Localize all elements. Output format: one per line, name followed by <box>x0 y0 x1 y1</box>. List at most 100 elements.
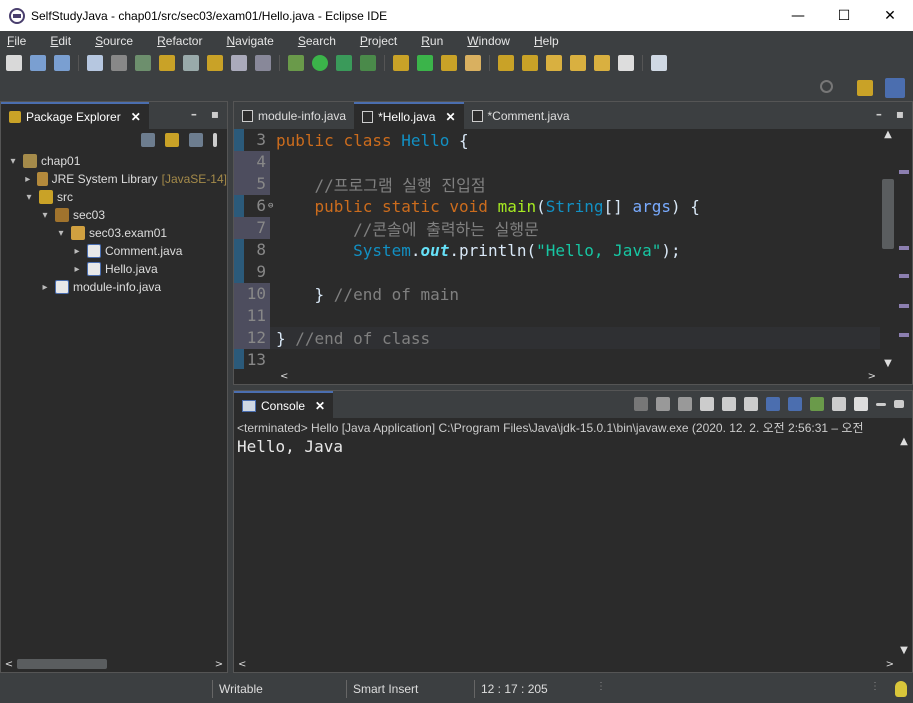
scroll-left-icon[interactable]: < <box>280 371 288 382</box>
tab-package-explorer[interactable]: Package Explorer ✕ <box>1 102 149 129</box>
menu-help[interactable]: Help <box>531 34 562 48</box>
scroll-lock-icon[interactable] <box>722 397 736 411</box>
back-icon[interactable] <box>546 54 562 71</box>
external-tools-icon[interactable] <box>360 54 376 71</box>
menu-search[interactable]: Search <box>295 34 339 48</box>
word-wrap-icon[interactable] <box>231 54 247 71</box>
annotation-marker[interactable] <box>899 274 909 278</box>
open-console-icon[interactable] <box>87 54 103 71</box>
show-on-error-icon[interactable] <box>788 397 802 411</box>
coverage-icon[interactable] <box>336 54 352 71</box>
java-perspective-icon[interactable] <box>885 78 905 98</box>
maximize-view-icon[interactable] <box>894 400 904 408</box>
link-editor-icon[interactable] <box>165 133 179 147</box>
editor-tab[interactable]: *Hello.java ✕ <box>354 102 464 129</box>
scroll-right-icon[interactable]: > <box>211 659 227 670</box>
highlight-icon[interactable] <box>159 54 175 71</box>
expand-toggle-icon[interactable]: ▸ <box>71 264 83 275</box>
vertical-scrollbar[interactable]: ▲ ▼ <box>880 129 896 369</box>
vertical-scrollbar[interactable]: ▲ ▼ <box>896 436 912 656</box>
maximize-view-icon[interactable]: ▪ <box>211 107 219 121</box>
tree-item[interactable]: ▾ src <box>1 188 227 206</box>
horizontal-scrollbar[interactable]: < > <box>1 656 227 672</box>
minimize-view-icon[interactable]: – <box>191 107 197 121</box>
scroll-down-icon[interactable]: ▼ <box>880 358 896 369</box>
maximize-button[interactable]: ☐ <box>821 0 867 31</box>
menu-source[interactable]: Source <box>92 34 136 48</box>
close-button[interactable]: ✕ <box>867 0 913 31</box>
tree-item[interactable]: ▸ Hello.java <box>1 260 227 278</box>
tree-item[interactable]: ▸ module-info.java <box>1 278 227 296</box>
new-java-project-icon[interactable] <box>393 54 409 71</box>
toggle-mark-icon[interactable] <box>135 54 151 71</box>
menu-project[interactable]: Project <box>357 34 400 48</box>
code-line[interactable]: 5 //프로그램 실행 진입점 <box>234 173 880 195</box>
next-edit-icon[interactable] <box>498 54 514 71</box>
scroll-thumb[interactable] <box>17 659 107 669</box>
save-all-icon[interactable] <box>54 54 70 71</box>
tree-item[interactable]: ▾ sec03 <box>1 206 227 224</box>
annotation-marker[interactable] <box>899 170 909 174</box>
scroll-up-icon[interactable]: ▲ <box>896 436 912 447</box>
scroll-right-icon[interactable]: > <box>886 659 894 670</box>
code-line[interactable]: 10 } //end of main <box>234 283 880 305</box>
annotation-marker[interactable] <box>899 246 909 250</box>
scroll-left-icon[interactable]: < <box>238 659 246 670</box>
console-output[interactable]: Hello, Java <box>234 436 912 458</box>
menu-run[interactable]: Run <box>418 34 446 48</box>
pin-console-icon[interactable] <box>810 397 824 411</box>
open-perspective-icon[interactable] <box>857 80 873 96</box>
save-icon[interactable] <box>30 54 46 71</box>
remove-launch-icon[interactable] <box>656 397 670 411</box>
tree-item[interactable]: ▾ sec03.exam01 <box>1 224 227 242</box>
expand-toggle-icon[interactable]: ▸ <box>71 246 83 257</box>
minimize-button[interactable]: — <box>775 0 821 31</box>
new-class-icon[interactable] <box>417 54 433 71</box>
filter-icon[interactable] <box>189 133 203 147</box>
code-line[interactable]: 11 <box>234 305 880 327</box>
open-type-icon[interactable] <box>441 54 457 71</box>
expand-toggle-icon[interactable]: ▾ <box>39 210 51 221</box>
expand-toggle-icon[interactable]: ▾ <box>55 228 67 239</box>
tree-item[interactable]: ▾ chap01 <box>1 152 227 170</box>
previous-edit-icon[interactable] <box>522 54 538 71</box>
code-editor[interactable]: 3 public class Hello {4 5 //프로그램 실행 진입점 6 ⊖ … <box>234 129 880 369</box>
display-console-icon[interactable] <box>832 397 846 411</box>
new-icon[interactable] <box>6 54 22 71</box>
code-line[interactable]: 12} //end of class <box>234 327 880 349</box>
code-line[interactable]: 9 <box>234 261 880 283</box>
close-icon[interactable]: ✕ <box>445 110 455 124</box>
menu-refactor[interactable]: Refactor <box>154 34 205 48</box>
next-annotation-icon[interactable] <box>207 54 223 71</box>
search-icon[interactable] <box>820 80 833 93</box>
close-icon[interactable]: ✕ <box>315 399 325 413</box>
annotation-marker[interactable] <box>899 333 909 337</box>
editor-tab[interactable]: module-info.java <box>234 102 354 129</box>
maximize-view-icon[interactable]: ▪ <box>896 107 904 121</box>
search-tool-icon[interactable] <box>465 54 481 71</box>
menu-file[interactable]: File <box>4 34 29 48</box>
open-console-icon[interactable] <box>854 397 868 411</box>
scroll-right-icon[interactable]: > <box>868 371 876 382</box>
close-icon[interactable]: ✕ <box>131 110 141 124</box>
overview-ruler[interactable] <box>896 129 912 369</box>
forward-icon[interactable] <box>570 54 586 71</box>
code-line[interactable]: 3 public class Hello { <box>234 129 880 151</box>
skip-breakpoints-icon[interactable] <box>111 54 127 71</box>
scroll-left-icon[interactable]: < <box>1 659 17 670</box>
tree-item[interactable]: ▸ JRE System Library [JavaSE-14] <box>1 170 227 188</box>
code-line[interactable]: 6 ⊖ public static void main(String[] args… <box>234 195 880 217</box>
horizontal-scrollbar[interactable]: < > <box>234 656 898 672</box>
terminate-icon[interactable] <box>634 397 648 411</box>
expand-toggle-icon[interactable]: ▸ <box>23 174 33 185</box>
word-wrap-icon[interactable] <box>744 397 758 411</box>
clear-console-icon[interactable] <box>700 397 714 411</box>
code-line[interactable]: 4 <box>234 151 880 173</box>
run-icon[interactable] <box>312 54 328 71</box>
minimize-view-icon[interactable]: – <box>876 107 882 121</box>
tree-item[interactable]: ▸ Comment.java <box>1 242 227 260</box>
scroll-thumb[interactable] <box>882 179 894 249</box>
menu-window[interactable]: Window <box>464 34 513 48</box>
expand-toggle-icon[interactable]: ▾ <box>23 192 35 203</box>
fold-toggle-icon[interactable]: ⊖ <box>268 195 273 217</box>
